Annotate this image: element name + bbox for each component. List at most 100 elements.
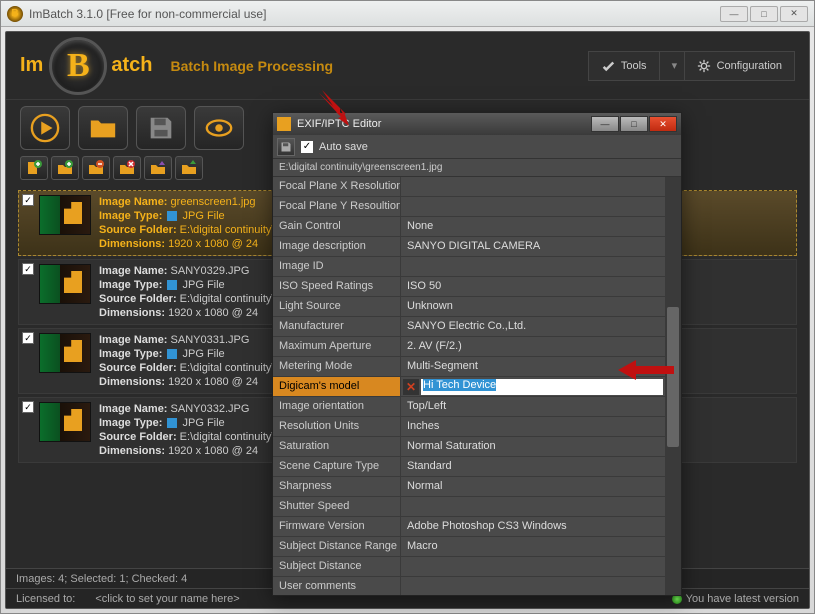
exif-editor-dialog: EXIF/IPTC Editor — □ ✕ ✓ Auto save E:\di…: [272, 112, 682, 596]
exif-key: Maximum Aperture: [273, 337, 401, 356]
add-file-button[interactable]: [20, 156, 48, 180]
exif-row[interactable]: Resolution UnitsInches: [273, 417, 665, 437]
exif-row[interactable]: Scene Capture TypeStandard: [273, 457, 665, 477]
scrollbar-thumb[interactable]: [667, 307, 679, 447]
exif-row[interactable]: SharpnessNormal: [273, 477, 665, 497]
maximize-button[interactable]: □: [750, 6, 778, 22]
exif-value[interactable]: Normal: [401, 477, 665, 496]
remove-button[interactable]: [82, 156, 110, 180]
move-down-button[interactable]: [175, 156, 203, 180]
item-checkbox[interactable]: ✓: [22, 332, 34, 344]
brand-logo: B: [49, 37, 107, 95]
exif-key: Image description: [273, 237, 401, 256]
item-checkbox[interactable]: ✓: [22, 194, 34, 206]
exif-key: Focal Plane X Resolution: [273, 177, 401, 196]
exif-value[interactable]: Normal Saturation: [401, 437, 665, 456]
exif-value[interactable]: Multi-Segment: [401, 357, 665, 376]
exif-row[interactable]: Image descriptionSANYO DIGITAL CAMERA: [273, 237, 665, 257]
exif-key: Saturation: [273, 437, 401, 456]
floppy-icon: [146, 113, 176, 143]
open-folder-button[interactable]: [78, 106, 128, 150]
preview-button[interactable]: [194, 106, 244, 150]
dialog-minimize-button[interactable]: —: [591, 116, 619, 132]
exif-key: Digicam's model: [273, 377, 401, 396]
exif-row[interactable]: Digicam's model✕Hi Tech Device: [273, 377, 665, 397]
exif-row[interactable]: Maximum Aperture2. AV (F/2.): [273, 337, 665, 357]
exif-row[interactable]: Gain ControlNone: [273, 217, 665, 237]
filetype-icon: [167, 349, 177, 359]
exif-value[interactable]: [401, 177, 665, 196]
item-checkbox[interactable]: ✓: [22, 263, 34, 275]
exif-value-input[interactable]: Hi Tech Device: [421, 379, 663, 395]
exif-row[interactable]: Image orientationTop/Left: [273, 397, 665, 417]
filetype-icon: [167, 280, 177, 290]
exif-key: Image orientation: [273, 397, 401, 416]
exif-value[interactable]: Unknown: [401, 297, 665, 316]
exif-row[interactable]: Light SourceUnknown: [273, 297, 665, 317]
exif-row[interactable]: SaturationNormal Saturation: [273, 437, 665, 457]
item-thumbnail: [39, 264, 91, 304]
brand-tagline: Batch Image Processing: [170, 58, 333, 74]
exif-value[interactable]: [401, 577, 665, 595]
exif-row[interactable]: Subject Distance RangeMacro: [273, 537, 665, 557]
exif-value[interactable]: [401, 497, 665, 516]
tools-dropdown-button[interactable]: ▾: [660, 51, 685, 81]
exif-value[interactable]: Adobe Photoshop CS3 Windows: [401, 517, 665, 536]
brand-header: Im B atch Batch Image Processing Tools ▾…: [6, 32, 809, 100]
exif-key: Shutter Speed: [273, 497, 401, 516]
item-checkbox[interactable]: ✓: [22, 401, 34, 413]
exif-key: Resolution Units: [273, 417, 401, 436]
exif-value[interactable]: 2. AV (F/2.): [401, 337, 665, 356]
close-button[interactable]: ✕: [780, 6, 808, 22]
dialog-title: EXIF/IPTC Editor: [297, 118, 591, 130]
autosave-checkbox[interactable]: ✓: [301, 141, 313, 153]
exif-row[interactable]: Firmware VersionAdobe Photoshop CS3 Wind…: [273, 517, 665, 537]
exif-row[interactable]: Subject Distance: [273, 557, 665, 577]
add-folder-button[interactable]: [51, 156, 79, 180]
exif-row[interactable]: Shutter Speed: [273, 497, 665, 517]
exif-row[interactable]: Focal Plane X Resolution: [273, 177, 665, 197]
exif-value[interactable]: [401, 557, 665, 576]
exif-key: ISO Speed Ratings: [273, 277, 401, 296]
delete-value-button[interactable]: ✕: [403, 379, 419, 395]
exif-row[interactable]: Focal Plane Y Resoultion: [273, 197, 665, 217]
status-text: Images: 4; Selected: 1; Checked: 4: [16, 573, 187, 585]
exif-value[interactable]: Macro: [401, 537, 665, 556]
tools-button[interactable]: Tools: [588, 51, 660, 81]
move-up-button[interactable]: [144, 156, 172, 180]
app-window: B ImBatch 3.1.0 [Free for non-commercial…: [0, 0, 815, 614]
exif-value[interactable]: SANYO DIGITAL CAMERA: [401, 237, 665, 256]
clear-button[interactable]: [113, 156, 141, 180]
exif-value[interactable]: SANYO Electric Co.,Ltd.: [401, 317, 665, 336]
titlebar[interactable]: B ImBatch 3.1.0 [Free for non-commercial…: [1, 1, 814, 27]
save-button[interactable]: [136, 106, 186, 150]
grid-scrollbar[interactable]: [665, 177, 681, 595]
exif-row[interactable]: ISO Speed RatingsISO 50: [273, 277, 665, 297]
exif-row[interactable]: Metering ModeMulti-Segment: [273, 357, 665, 377]
dialog-titlebar[interactable]: EXIF/IPTC Editor — □ ✕: [273, 113, 681, 135]
exif-value[interactable]: None: [401, 217, 665, 236]
dialog-file-path: E:\digital continuity\greenscreen1.jpg: [273, 159, 681, 177]
exif-key: Light Source: [273, 297, 401, 316]
exif-value[interactable]: Standard: [401, 457, 665, 476]
exif-value[interactable]: Inches: [401, 417, 665, 436]
exif-row[interactable]: ManufacturerSANYO Electric Co.,Ltd.: [273, 317, 665, 337]
exif-row[interactable]: User comments: [273, 577, 665, 595]
dialog-maximize-button[interactable]: □: [620, 116, 648, 132]
item-thumbnail: [39, 195, 91, 235]
item-thumbnail: [39, 333, 91, 373]
run-button[interactable]: [20, 106, 70, 150]
configuration-button[interactable]: Configuration: [685, 51, 795, 81]
eye-icon: [204, 113, 234, 143]
exif-value[interactable]: [401, 197, 665, 216]
exif-key: Sharpness: [273, 477, 401, 496]
dialog-save-button[interactable]: [277, 138, 295, 156]
exif-row[interactable]: Image ID: [273, 257, 665, 277]
dialog-close-button[interactable]: ✕: [649, 116, 677, 132]
exif-value[interactable]: [401, 257, 665, 276]
exif-value[interactable]: Top/Left: [401, 397, 665, 416]
minimize-button[interactable]: —: [720, 6, 748, 22]
exif-value[interactable]: ISO 50: [401, 277, 665, 296]
item-metadata: Image Name: greenscreen1.jpgImage Type: …: [99, 195, 274, 251]
license-name-field[interactable]: <click to set your name here>: [95, 593, 239, 605]
